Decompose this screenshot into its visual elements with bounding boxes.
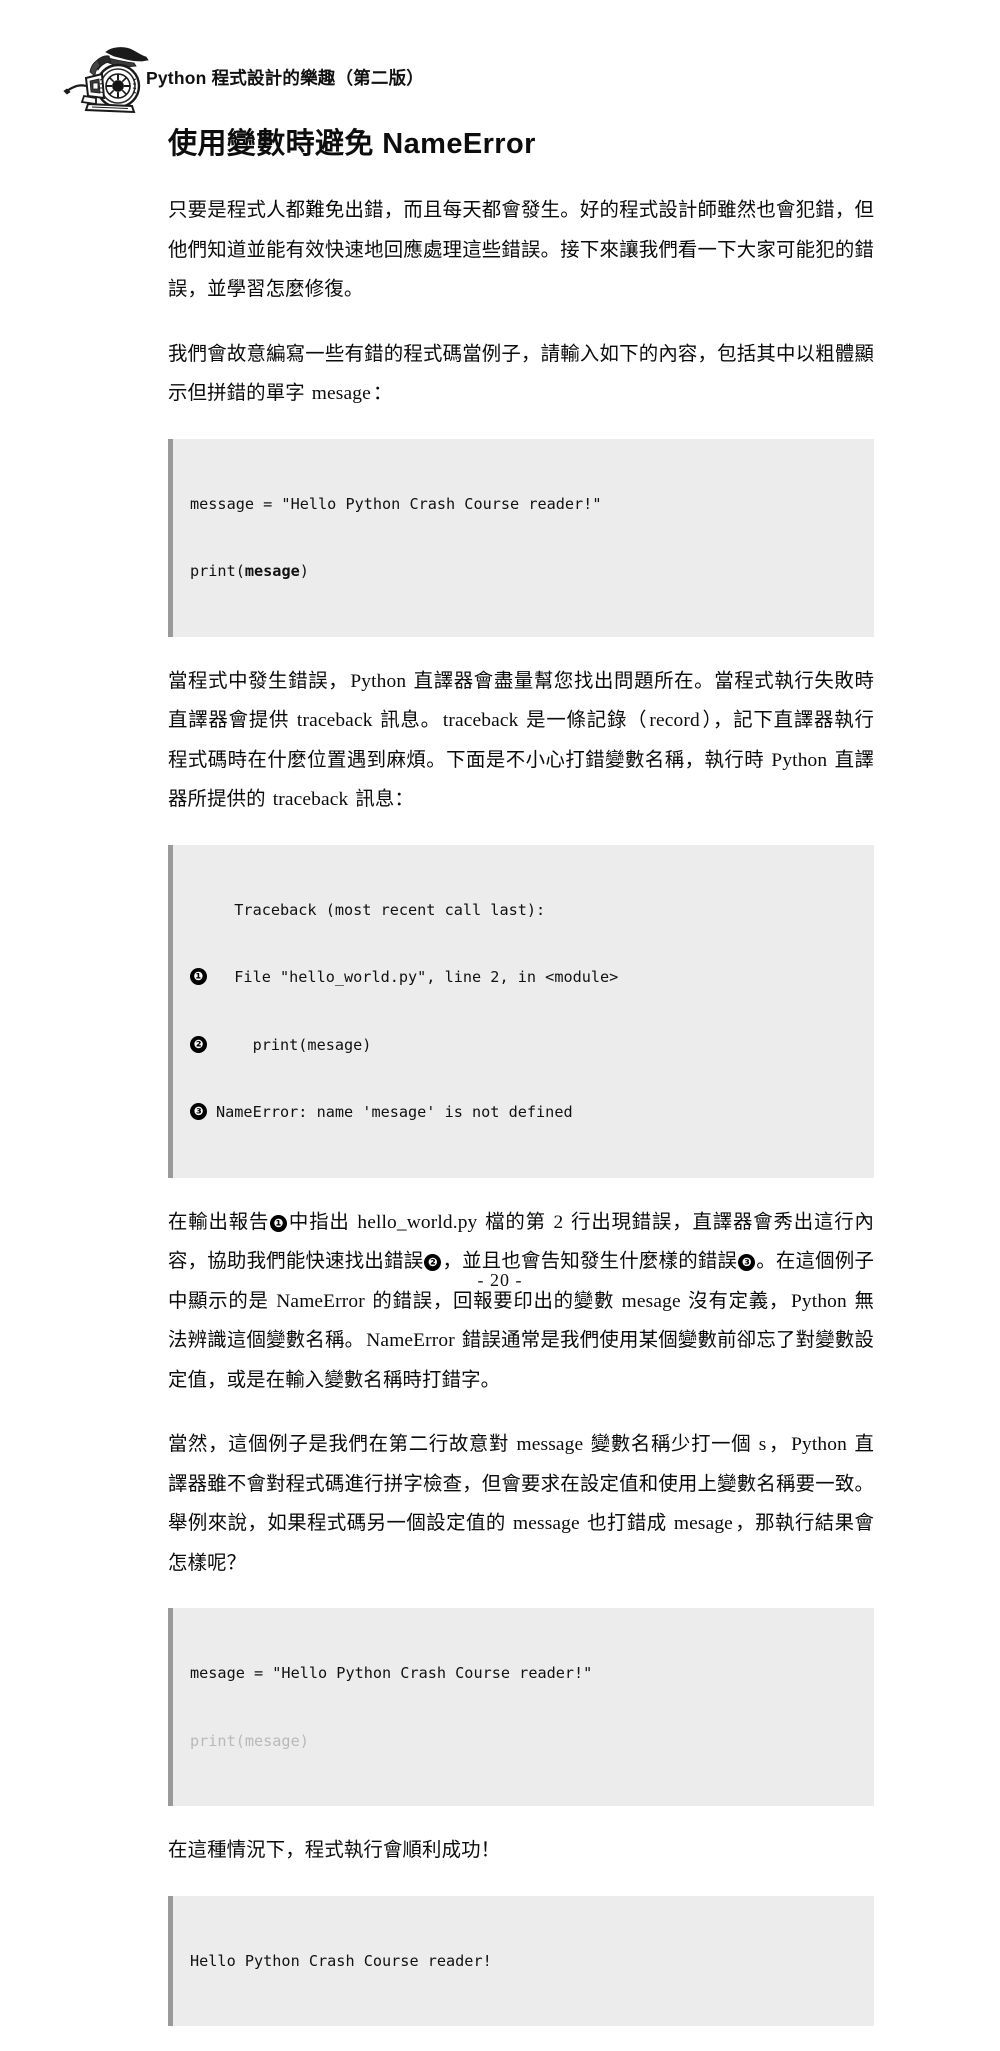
para3-traceback-2: traceback bbox=[442, 710, 519, 732]
para3-record: record bbox=[649, 710, 700, 732]
paragraph-traceback-explain: 當程式中發生錯誤， Python 直譯器會盡量幫您找出問題所在。當程式執行失敗時直… bbox=[168, 662, 874, 820]
marker-three-icon: ❸ bbox=[190, 1103, 207, 1121]
output-line: Hello Python Crash Course reader! bbox=[190, 1951, 492, 1970]
para5-mesage: mesage bbox=[673, 1513, 733, 1535]
code-line: message = "Hello Python Crash Course rea… bbox=[190, 494, 602, 513]
para5-message-1: message bbox=[516, 1434, 584, 1456]
para5-part-c: ， bbox=[768, 1434, 790, 1456]
code-block-consistent-mesage: mesage = "Hello Python Crash Course read… bbox=[168, 1608, 874, 1807]
code-line: mesage = "Hello Python Crash Course read… bbox=[190, 1664, 593, 1683]
paragraph-example-intro: 我們會故意編寫一些有錯的程式碼當例子，請輸入如下的內容，包括其中以粗體顯示但拼錯… bbox=[168, 335, 874, 414]
para2-part-a: 我們會故意編寫一些有錯的程式碼當例子，請輸入如下的內容，包括其中以粗體顯示但拼錯… bbox=[168, 343, 874, 405]
marker-three-inline-icon: ❸ bbox=[738, 1254, 756, 1272]
traceback-file-line: ❶ File "hello_world.py", line 2, in <mod… bbox=[190, 966, 874, 989]
para4-line-number: 2 bbox=[553, 1211, 564, 1233]
code-line-dimmed: print(mesage) bbox=[190, 1731, 309, 1750]
para3-part-c: 訊息。 bbox=[374, 710, 441, 732]
paragraph-traceback-breakdown: 在輸出報告 ❶ 中指出 hello_world.py 檔的第 2 行出現錯誤，直譯器… bbox=[168, 1203, 874, 1401]
para3-part-d: 是一條記錄（ bbox=[520, 710, 648, 732]
paragraph-intro-text: 只要是程式人都難免出錯，而且每天都會發生。好的程式設計師雖然也會犯錯，但他們知道… bbox=[168, 200, 874, 301]
code-print-prefix: print( bbox=[190, 562, 245, 581]
marker-two-inline-icon: ❷ bbox=[424, 1254, 442, 1272]
section-heading: 使用變數時避免 NameError bbox=[168, 128, 536, 160]
traceback-error-line: ❸ NameError: name 'mesage' is not defined bbox=[190, 1101, 874, 1124]
para4-filename: hello_world.py bbox=[357, 1211, 478, 1233]
code-print-suffix: ) bbox=[299, 562, 309, 581]
para5-message-2: message bbox=[513, 1513, 580, 1535]
mechanical-snake-illustration-icon bbox=[62, 44, 158, 116]
traceback-error-text: NameError: name 'mesage' is not defined bbox=[216, 1103, 573, 1122]
marker-one-icon: ❶ bbox=[190, 968, 207, 986]
code-block-message: message = "Hello Python Crash Course rea… bbox=[168, 438, 874, 637]
marker-one-inline-icon: ❶ bbox=[270, 1214, 288, 1232]
para3-python-1: Python bbox=[350, 670, 407, 692]
para3-traceback-3: traceback bbox=[272, 789, 349, 811]
code-block-traceback: Traceback (most recent call last): ❶ Fil… bbox=[168, 844, 874, 1178]
paragraph-success-note: 在這種情況下，程式執行會順利成功！ bbox=[168, 1831, 874, 1871]
code-line: print(mesage) bbox=[190, 560, 874, 583]
code-block-output: Hello Python Crash Course reader! bbox=[168, 1895, 874, 2027]
paragraph-intro: 只要是程式人都難免出錯，而且每天都會發生。好的程式設計師雖然也會犯錯，但他們知道… bbox=[168, 191, 874, 310]
para3-part-g: 訊息： bbox=[350, 789, 414, 811]
traceback-header-line: Traceback (most recent call last): bbox=[216, 900, 546, 919]
page-footer: - 20 - bbox=[0, 1270, 1000, 1291]
paragraph-spelling-consistency: 當然，這個例子是我們在第二行故意對 message 變數名稱少打一個 s， Pyt… bbox=[168, 1425, 874, 1583]
para2-part-b: ： bbox=[372, 383, 393, 405]
marker-two-icon: ❷ bbox=[190, 1035, 207, 1053]
traceback-file-text: File "hello_world.py", line 2, in <modul… bbox=[216, 968, 619, 987]
traceback-source-line: ❷ print(mesage) bbox=[190, 1034, 874, 1057]
para5-part-b: 變數名稱少打一個 bbox=[585, 1434, 757, 1456]
para4-mesage: mesage bbox=[621, 1290, 681, 1312]
para2-inline-code: mesage bbox=[311, 383, 371, 405]
para3-traceback-1: traceback bbox=[296, 710, 373, 732]
para4-part-c: 檔的第 bbox=[479, 1211, 552, 1233]
code-misspelled-variable: mesage bbox=[244, 562, 300, 581]
page-number: - 20 - bbox=[477, 1270, 523, 1290]
para3-part-a: 當程式中發生錯誤， bbox=[168, 670, 349, 692]
page-header: Python 程式設計的樂趣（第二版） bbox=[60, 44, 940, 120]
para4-nameerror-1: NameError bbox=[276, 1290, 365, 1312]
para3-python-2: Python bbox=[771, 749, 828, 771]
page-content: 使用變數時避免 NameError 只要是程式人都難免出錯，而且每天都會發生。好… bbox=[168, 128, 874, 2051]
para4-part-h: 沒有定義， bbox=[682, 1290, 789, 1312]
para4-part-g: 的錯誤，回報要印出的變數 bbox=[366, 1290, 620, 1312]
para6-text: 在這種情況下，程式執行會順利成功！ bbox=[168, 1840, 501, 1862]
para4-python: Python bbox=[791, 1290, 847, 1312]
para5-python: Python bbox=[791, 1434, 847, 1456]
para4-part-a: 在輸出報告 bbox=[168, 1211, 270, 1233]
para5-letter-s: s bbox=[758, 1434, 767, 1456]
para4-part-b: 中指出 bbox=[288, 1211, 356, 1233]
para5-part-e: 也打錯成 bbox=[581, 1513, 672, 1535]
para5-part-a: 當然，這個例子是我們在第二行故意對 bbox=[168, 1434, 515, 1456]
book-title-header: Python 程式設計的樂趣（第二版） bbox=[146, 68, 424, 88]
traceback-source-text: print(mesage) bbox=[216, 1035, 372, 1054]
